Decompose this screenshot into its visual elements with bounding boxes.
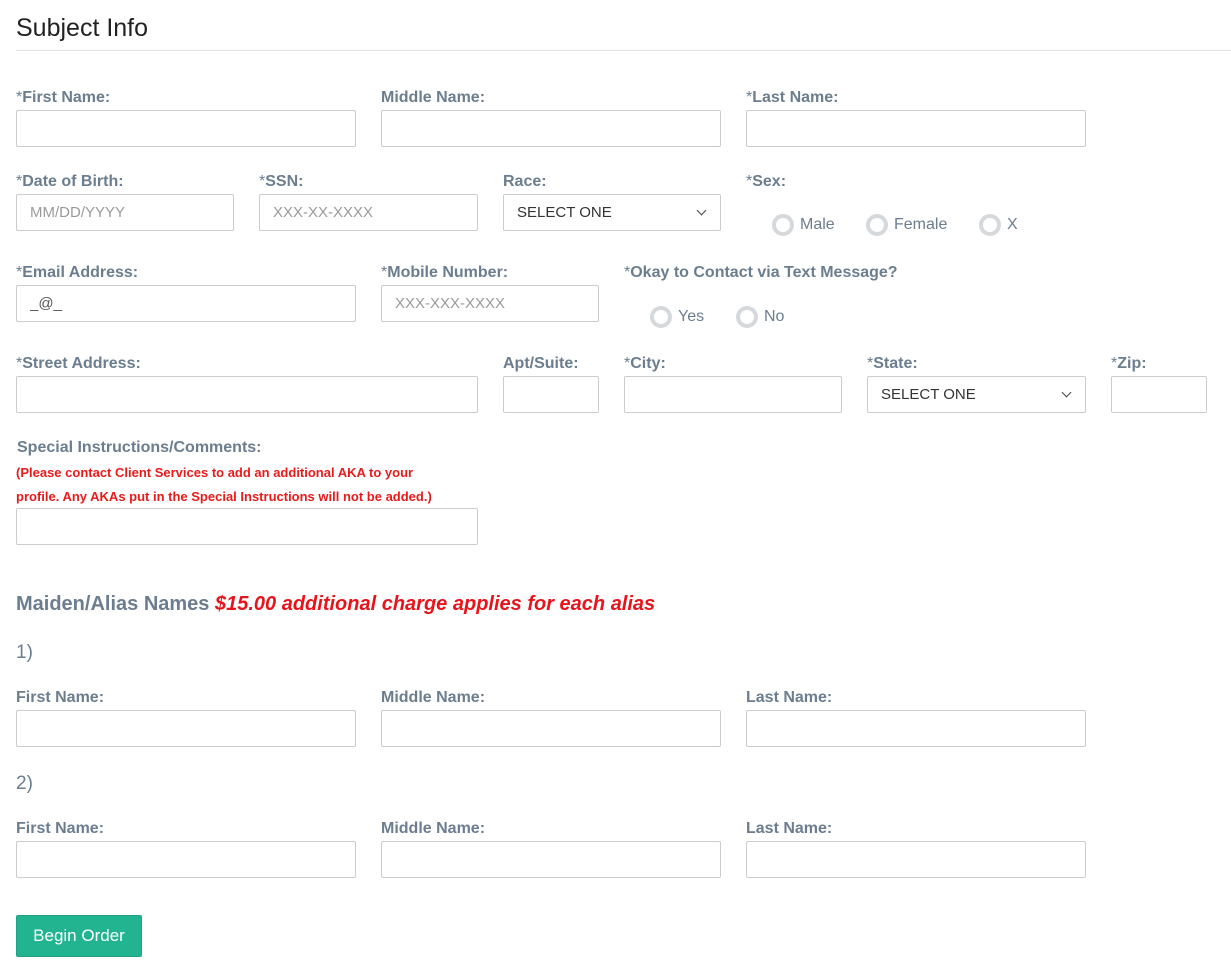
comments-label: Special Instructions/Comments: xyxy=(17,439,262,456)
email-input[interactable] xyxy=(16,285,356,322)
alias2-first-label: First Name: xyxy=(16,820,105,837)
text-ok-label: *Okay to Contact via Text Message? xyxy=(624,264,898,281)
comments-input[interactable] xyxy=(16,508,478,545)
chevron-down-icon xyxy=(1061,387,1072,398)
alias1-middle-label: Middle Name: xyxy=(381,689,486,706)
alias-number-1: 1) xyxy=(16,642,33,663)
begin-order-button[interactable]: Begin Order xyxy=(16,915,142,957)
race-selected-value: SELECT ONE xyxy=(517,204,612,221)
alias-heading-text: Maiden/Alias Names xyxy=(16,593,210,615)
alias2-middle-label: Middle Name: xyxy=(381,820,486,837)
email-label: *Email Address: xyxy=(16,264,139,281)
street-label: *Street Address: xyxy=(16,355,141,372)
radio-circle-icon[interactable] xyxy=(650,306,672,328)
state-label: *State: xyxy=(867,355,918,372)
dob-input[interactable] xyxy=(16,194,234,231)
alias-charge-note: $15.00 additional charge applies for eac… xyxy=(214,593,656,615)
middle-name-label: Middle Name: xyxy=(381,89,486,106)
first-name-label: *First Name: xyxy=(16,89,111,106)
alias1-first-input[interactable] xyxy=(16,710,356,747)
sex-radio-male[interactable]: Male xyxy=(772,214,835,236)
radio-label: Female xyxy=(894,216,948,233)
radio-circle-icon[interactable] xyxy=(866,214,888,236)
alias1-last-input[interactable] xyxy=(746,710,1086,747)
mobile-label: *Mobile Number: xyxy=(381,264,509,281)
radio-label: Yes xyxy=(678,308,705,325)
city-label: *City: xyxy=(624,355,666,372)
alias1-middle-input[interactable] xyxy=(381,710,721,747)
alias-heading: Maiden/Alias Names $15.00 additional cha… xyxy=(16,593,655,616)
last-name-label: *Last Name: xyxy=(746,89,839,106)
apt-label: Apt/Suite: xyxy=(503,355,579,372)
middle-name-input[interactable] xyxy=(381,110,721,147)
aka-note-line2: profile. Any AKAs put in the Special Ins… xyxy=(16,489,432,504)
alias2-last-input[interactable] xyxy=(746,841,1086,878)
chevron-down-icon xyxy=(696,205,707,216)
text-ok-radio-yes[interactable]: Yes xyxy=(650,306,704,328)
alias-number-2: 2) xyxy=(16,773,33,794)
dob-label: *Date of Birth: xyxy=(16,173,124,190)
ssn-input[interactable] xyxy=(259,194,478,231)
state-select[interactable]: SELECT ONE xyxy=(867,376,1086,413)
ssn-label: *SSN: xyxy=(259,173,304,190)
zip-label: *Zip: xyxy=(1111,355,1147,372)
alias2-last-label: Last Name: xyxy=(746,820,833,837)
aka-note-line1: (Please contact Client Services to add a… xyxy=(16,465,414,480)
alias2-middle-input[interactable] xyxy=(381,841,721,878)
mobile-input[interactable] xyxy=(381,285,599,322)
radio-circle-icon[interactable] xyxy=(736,306,758,328)
title-divider xyxy=(16,50,1231,51)
radio-label: Male xyxy=(800,216,835,233)
city-input[interactable] xyxy=(624,376,842,413)
radio-circle-icon[interactable] xyxy=(772,214,794,236)
alias1-first-label: First Name: xyxy=(16,689,105,706)
first-name-input[interactable] xyxy=(16,110,356,147)
apt-input[interactable] xyxy=(503,376,599,413)
last-name-input[interactable] xyxy=(746,110,1086,147)
state-selected-value: SELECT ONE xyxy=(881,386,976,403)
sex-radio-female[interactable]: Female xyxy=(866,214,947,236)
page-title: Subject Info xyxy=(16,14,149,42)
zip-input[interactable] xyxy=(1111,376,1207,413)
street-input[interactable] xyxy=(16,376,478,413)
radio-label: X xyxy=(1007,216,1018,233)
sex-label: *Sex: xyxy=(746,173,787,190)
radio-circle-icon[interactable] xyxy=(979,214,1001,236)
sex-radio-x[interactable]: X xyxy=(979,214,1018,236)
alias1-last-label: Last Name: xyxy=(746,689,833,706)
race-select[interactable]: SELECT ONE xyxy=(503,194,721,231)
race-label: Race: xyxy=(503,173,547,190)
text-ok-radio-no[interactable]: No xyxy=(736,306,784,328)
radio-label: No xyxy=(764,308,785,325)
alias2-first-input[interactable] xyxy=(16,841,356,878)
